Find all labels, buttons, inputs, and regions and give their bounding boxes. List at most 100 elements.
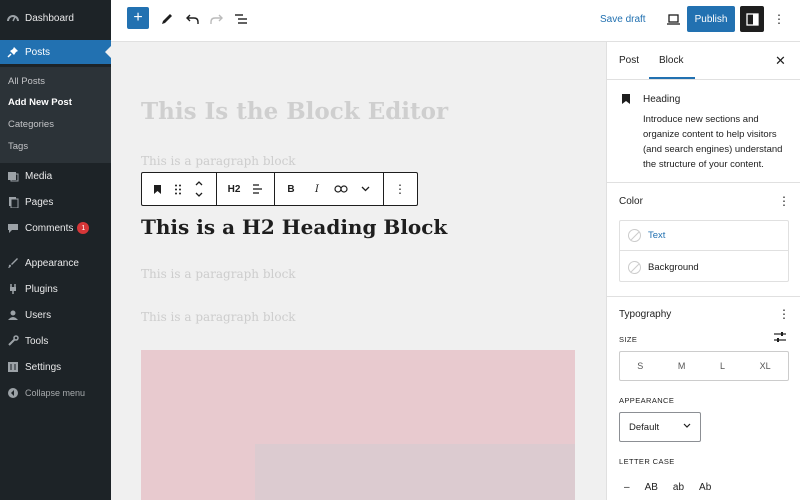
block-card-title: Heading <box>643 94 681 105</box>
typography-panel-title[interactable]: Typography <box>619 309 671 320</box>
bold-button[interactable]: B <box>285 181 297 197</box>
letter-case-label: LETTER CASE <box>619 457 675 466</box>
paragraph-block[interactable]: This is a paragraph block <box>141 267 296 281</box>
divider <box>607 182 800 183</box>
redo-icon[interactable] <box>206 7 226 31</box>
editor-top-bar: + Save draft Publish ⋮ <box>111 0 800 42</box>
case-capitalize-button[interactable]: Ab <box>699 482 711 493</box>
typography-options-icon[interactable]: ⋮ <box>778 307 790 321</box>
submenu-add-new-post[interactable]: Add New Post <box>8 97 72 108</box>
menu-comments-label: Comments <box>25 222 74 234</box>
submenu-categories[interactable]: Categories <box>8 119 54 130</box>
menu-users[interactable]: Users <box>0 303 111 327</box>
wrench-icon <box>6 334 20 348</box>
empty-swatch-icon <box>628 229 641 242</box>
text-color-row[interactable]: Text <box>620 221 788 251</box>
collapse-icon <box>6 386 20 400</box>
settings-icon <box>6 360 20 374</box>
align-icon[interactable] <box>250 181 264 197</box>
publish-button[interactable]: Publish <box>687 6 735 32</box>
menu-plugins[interactable]: Plugins <box>0 277 111 301</box>
appearance-select[interactable]: Default <box>619 412 701 442</box>
color-options-icon[interactable]: ⋮ <box>778 194 790 208</box>
menu-media-label: Media <box>25 170 53 182</box>
custom-size-icon[interactable] <box>774 332 786 345</box>
tab-block[interactable]: Block <box>659 55 683 66</box>
text-color-label: Text <box>648 230 666 241</box>
menu-appearance[interactable]: Appearance <box>0 251 111 275</box>
menu-settings-label: Settings <box>25 361 62 373</box>
paragraph-block[interactable]: This is a paragraph block <box>141 154 296 168</box>
pin-icon <box>6 45 20 59</box>
cover-inner-area <box>255 444 575 500</box>
submenu-tags[interactable]: Tags <box>8 141 28 152</box>
empty-swatch-icon <box>628 260 641 274</box>
submenu-all-posts[interactable]: All Posts <box>8 76 45 87</box>
menu-settings[interactable]: Settings <box>0 355 111 379</box>
heading-block[interactable]: This is a H2 Heading Block <box>141 215 447 239</box>
block-toolbar: H2 B I ⋮ <box>141 172 418 206</box>
menu-tools-label: Tools <box>25 335 49 347</box>
color-panel-title[interactable]: Color <box>619 196 643 207</box>
toolbar-separator <box>216 173 217 205</box>
brush-icon <box>6 256 20 270</box>
undo-icon[interactable] <box>182 7 202 31</box>
list-view-icon[interactable] <box>231 7 251 31</box>
settings-sidebar: Post Block ✕ Heading Introduce new secti… <box>606 42 800 500</box>
menu-tools[interactable]: Tools <box>0 329 111 353</box>
toolbar-separator <box>383 173 384 205</box>
appearance-label: APPEARANCE <box>619 396 675 405</box>
case-uppercase-button[interactable]: AB <box>645 482 658 493</box>
block-card-description: Introduce new sections and organize cont… <box>643 114 783 170</box>
menu-dashboard-label: Dashboard <box>25 12 74 24</box>
preview-icon[interactable] <box>663 7 683 31</box>
dashboard-icon <box>6 11 20 25</box>
menu-appearance-label: Appearance <box>25 257 79 269</box>
options-menu-icon[interactable]: ⋮ <box>772 7 786 31</box>
close-icon[interactable]: ✕ <box>775 53 786 69</box>
case-lowercase-button[interactable]: ab <box>673 482 684 493</box>
bookmark-icon[interactable] <box>151 181 163 197</box>
size-option-m[interactable]: M <box>678 361 686 371</box>
block-options-icon[interactable]: ⋮ <box>394 181 406 197</box>
add-block-button[interactable]: + <box>127 7 149 29</box>
size-option-l[interactable]: L <box>720 361 725 371</box>
chevron-down-icon[interactable] <box>359 181 371 197</box>
pages-icon <box>6 195 20 209</box>
comments-icon <box>6 221 20 235</box>
menu-media[interactable]: Media <box>0 164 111 188</box>
toolbar-separator <box>274 173 275 205</box>
case-none-button[interactable]: – <box>624 482 630 493</box>
pencil-icon[interactable] <box>157 7 177 31</box>
plugin-icon <box>6 282 20 296</box>
menu-users-label: Users <box>25 309 52 321</box>
chevron-down-icon <box>683 421 691 430</box>
settings-panel-toggle[interactable] <box>740 6 764 32</box>
link-icon[interactable] <box>333 181 349 197</box>
comments-count-badge: 1 <box>77 222 90 234</box>
color-settings-group: Text Background <box>619 220 789 282</box>
size-option-xl[interactable]: XL <box>760 361 771 371</box>
paragraph-block[interactable]: This is a paragraph block <box>141 310 296 324</box>
move-up-down-icon[interactable] <box>192 177 206 201</box>
menu-posts[interactable]: Posts <box>0 40 111 64</box>
background-color-row[interactable]: Background <box>620 252 788 282</box>
menu-pages-label: Pages <box>25 196 54 208</box>
italic-button[interactable]: I <box>311 181 323 197</box>
font-size-picker: S M L XL <box>619 351 789 381</box>
drag-handle-icon[interactable] <box>173 181 183 197</box>
tab-post[interactable]: Post <box>619 55 639 66</box>
collapse-menu-label: Collapse menu <box>25 388 86 398</box>
menu-comments[interactable]: Comments 1 <box>0 216 111 240</box>
post-title[interactable]: This Is the Block Editor <box>141 98 448 125</box>
menu-dashboard[interactable]: Dashboard <box>0 6 111 30</box>
media-icon <box>6 169 20 183</box>
menu-pages[interactable]: Pages <box>0 190 111 214</box>
heading-level-button[interactable]: H2 <box>224 181 244 197</box>
collapse-menu[interactable]: Collapse menu <box>0 381 111 405</box>
size-option-s[interactable]: S <box>637 361 643 371</box>
divider <box>607 79 800 80</box>
save-draft-button[interactable]: Save draft <box>600 7 646 31</box>
appearance-value: Default <box>629 421 660 433</box>
menu-posts-label: Posts <box>25 46 51 58</box>
